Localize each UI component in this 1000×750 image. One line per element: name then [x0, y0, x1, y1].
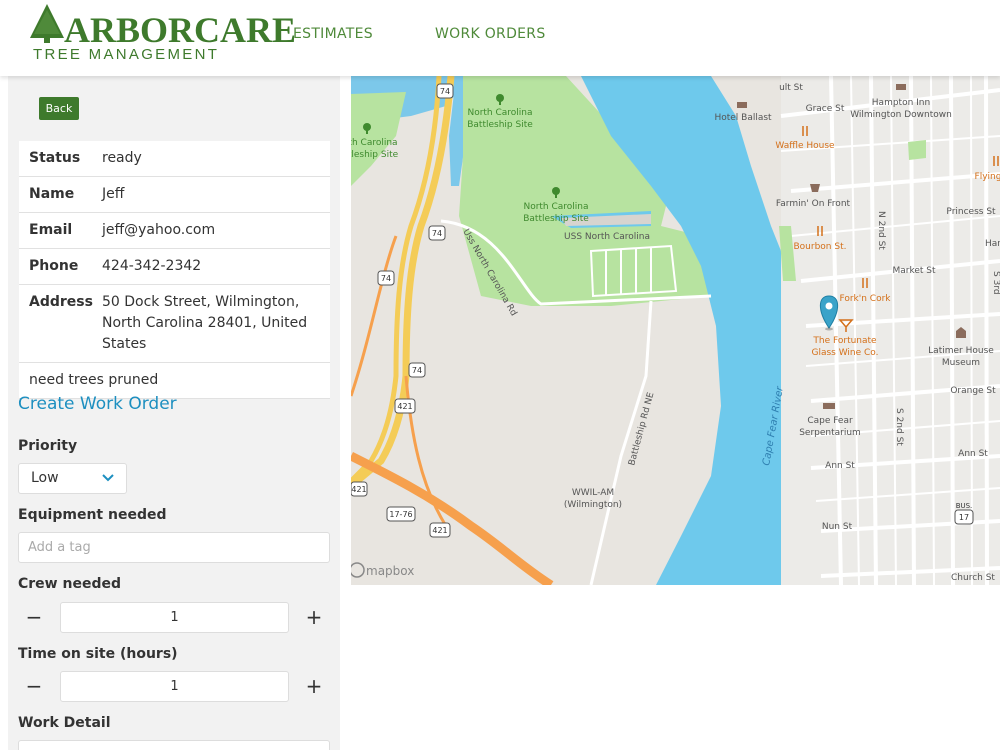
- svg-text:421: 421: [351, 485, 366, 494]
- svg-text:(Wilmington): (Wilmington): [564, 500, 622, 510]
- svg-text:Grace St: Grace St: [806, 104, 845, 114]
- svg-text:Cape Fear: Cape Fear: [807, 416, 853, 426]
- crew-label: Crew needed: [18, 576, 121, 592]
- svg-text:mapbox: mapbox: [366, 564, 414, 578]
- svg-text:The Fortunate: The Fortunate: [812, 336, 877, 346]
- svg-text:Hampton Inn: Hampton Inn: [872, 98, 930, 108]
- phone-row: Phone 424-342-2342: [19, 249, 330, 285]
- time-increment-button[interactable]: +: [304, 676, 324, 696]
- tree-logo-icon: [30, 4, 64, 43]
- status-row: Status ready: [19, 141, 330, 177]
- priority-label: Priority: [18, 438, 78, 454]
- priority-select[interactable]: Low: [18, 463, 127, 494]
- svg-text:74: 74: [412, 366, 422, 375]
- svg-text:th Carolina: th Carolina: [351, 138, 398, 148]
- svg-text:Princess St: Princess St: [946, 207, 996, 217]
- map-view[interactable]: 74 74 74 74 421 421 421 17-76 17 BUS. No…: [351, 76, 1000, 585]
- crew-increment-button[interactable]: +: [304, 607, 324, 627]
- arborcare-logo[interactable]: ARBORCARE TREE MANAGEMENT: [30, 4, 296, 64]
- address-label: Address: [29, 294, 93, 310]
- svg-text:17: 17: [959, 513, 969, 522]
- top-navigation-bar: ARBORCARE TREE MANAGEMENT ESTIMATES WORK…: [0, 0, 1000, 76]
- svg-text:Waffle House: Waffle House: [775, 141, 835, 151]
- address-value: 50 Dock Street, Wilmington, North Caroli…: [102, 294, 308, 352]
- nav-estimates[interactable]: ESTIMATES: [293, 26, 373, 42]
- svg-text:17-76: 17-76: [389, 510, 412, 519]
- phone-label: Phone: [29, 258, 79, 274]
- svg-text:Market St: Market St: [892, 266, 936, 276]
- zoo-icon: [823, 403, 835, 409]
- email-label: Email: [29, 222, 73, 238]
- svg-text:74: 74: [432, 229, 442, 238]
- work-detail-label: Work Detail: [18, 715, 111, 731]
- email-row: Email jeff@yahoo.com: [19, 213, 330, 249]
- equipment-tag-input[interactable]: Add a tag: [18, 532, 330, 563]
- chevron-down-icon: [102, 464, 114, 504]
- svg-text:Serpentarium: Serpentarium: [799, 428, 861, 438]
- svg-text:North Carolina: North Carolina: [467, 108, 532, 118]
- svg-text:S 2nd St: S 2nd St: [894, 408, 904, 446]
- svg-text:S 3rd: S 3rd: [991, 271, 1000, 295]
- create-work-order-heading: Create Work Order: [18, 394, 177, 414]
- time-on-site-label: Time on site (hours): [18, 646, 178, 662]
- svg-text:BUS.: BUS.: [956, 502, 973, 510]
- svg-text:421: 421: [397, 402, 412, 411]
- svg-text:Farmin' On Front: Farmin' On Front: [776, 199, 851, 209]
- svg-text:Ann St: Ann St: [958, 449, 988, 459]
- svg-text:421: 421: [432, 526, 447, 535]
- svg-text:Flying: Flying: [975, 172, 1000, 182]
- svg-text:ult St: ult St: [779, 83, 803, 93]
- time-value-input[interactable]: 1: [60, 671, 289, 702]
- map-canvas[interactable]: 74 74 74 74 421 421 421 17-76 17 BUS. No…: [351, 76, 1000, 585]
- svg-text:Glass Wine Co.: Glass Wine Co.: [811, 348, 878, 358]
- svg-text:74: 74: [381, 274, 391, 283]
- svg-text:Nun St: Nun St: [822, 522, 853, 532]
- logo-wordmark: ARBORCARE: [64, 10, 297, 50]
- svg-text:USS North Carolina: USS North Carolina: [564, 232, 650, 242]
- nav-work-orders[interactable]: WORK ORDERS: [435, 26, 546, 42]
- svg-text:74: 74: [440, 87, 450, 96]
- svg-text:Wilmington Downtown: Wilmington Downtown: [850, 110, 952, 120]
- phone-value: 424-342-2342: [102, 258, 202, 274]
- svg-text:Orange St: Orange St: [950, 386, 996, 396]
- estimate-details-table: Status ready Name Jeff Email jeff@yahoo.…: [19, 141, 330, 399]
- svg-text:Church St: Church St: [951, 573, 995, 583]
- estimate-sidebar: Back Status ready Name Jeff Email jeff@y…: [8, 76, 340, 750]
- status-label: Status: [29, 150, 81, 166]
- time-decrement-button[interactable]: −: [24, 676, 44, 696]
- svg-text:Battleship Site: Battleship Site: [523, 214, 589, 224]
- address-row: Address 50 Dock Street, Wilmington, Nort…: [19, 285, 330, 363]
- equipment-label: Equipment needed: [18, 507, 167, 523]
- work-detail-textarea[interactable]: [18, 740, 330, 750]
- crew-decrement-button[interactable]: −: [24, 607, 44, 627]
- svg-text:Hotel Ballast: Hotel Ballast: [714, 113, 772, 123]
- svg-text:N 2nd St: N 2nd St: [876, 211, 886, 250]
- logo-tagline: TREE MANAGEMENT: [33, 46, 220, 63]
- svg-text:Harrel: Harrel: [985, 239, 1000, 249]
- name-row: Name Jeff: [19, 177, 330, 213]
- back-button[interactable]: Back: [39, 97, 79, 120]
- svg-text:Battleship Site: Battleship Site: [467, 120, 533, 130]
- lodging-icon: [737, 102, 747, 108]
- svg-text:Ann St: Ann St: [825, 461, 855, 471]
- svg-text:Latimer House: Latimer House: [928, 346, 994, 356]
- name-value: Jeff: [102, 186, 125, 202]
- svg-text:North Carolina: North Carolina: [523, 202, 588, 212]
- name-label: Name: [29, 186, 75, 202]
- email-value: jeff@yahoo.com: [102, 222, 216, 238]
- priority-selected-value: Low: [31, 470, 59, 486]
- svg-text:WWIL-AM: WWIL-AM: [572, 488, 614, 498]
- svg-text:tleship Site: tleship Site: [351, 150, 399, 160]
- crew-value-input[interactable]: 1: [60, 602, 289, 633]
- svg-text:Fork'n Cork: Fork'n Cork: [839, 294, 891, 304]
- svg-text:Bourbon St.: Bourbon St.: [794, 242, 847, 252]
- svg-text:Museum: Museum: [942, 358, 980, 368]
- lodging-icon: [896, 84, 906, 90]
- status-value: ready: [102, 150, 142, 166]
